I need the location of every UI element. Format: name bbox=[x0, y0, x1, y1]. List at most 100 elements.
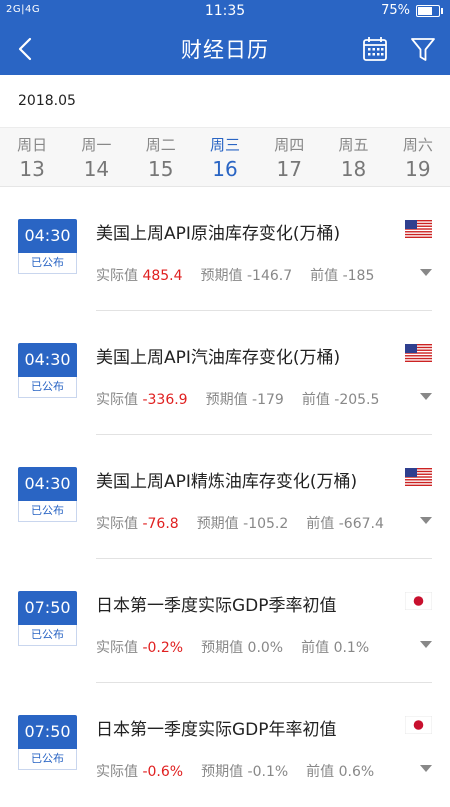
month-label: 2018.05 bbox=[0, 75, 450, 128]
forecast-label: 预期值 bbox=[205, 392, 248, 408]
forecast-value: -105.2 bbox=[243, 516, 289, 532]
battery-level bbox=[418, 6, 433, 15]
us-flag-icon bbox=[405, 468, 432, 486]
previous-label: 前值 bbox=[310, 268, 339, 284]
day-15[interactable]: 周二 15 bbox=[129, 128, 193, 186]
day-13[interactable]: 周日 13 bbox=[0, 128, 64, 186]
japan-flag-icon bbox=[405, 592, 432, 610]
forecast-value: -0.1% bbox=[247, 764, 289, 780]
event-time: 07:50 bbox=[18, 715, 77, 749]
date-number: 15 bbox=[147, 157, 174, 181]
expand-chevron-icon[interactable] bbox=[420, 517, 432, 524]
actual-value: 485.4 bbox=[142, 268, 183, 284]
previous-value: -667.4 bbox=[338, 516, 384, 532]
weekday-label: 周三 bbox=[209, 136, 240, 154]
battery-percent: 75% bbox=[381, 3, 410, 18]
date-number: 14 bbox=[83, 157, 110, 181]
previous-value: 0.6% bbox=[338, 764, 375, 780]
actual-value: -336.9 bbox=[142, 392, 188, 408]
previous-value: 0.1% bbox=[333, 640, 370, 656]
event-item[interactable]: 04:30 已公布 美国上周API原油库存变化(万桶) 实际值 485.4 预期值 -1… bbox=[0, 187, 450, 311]
publish-status: 已公布 bbox=[18, 253, 77, 274]
publish-status: 已公布 bbox=[18, 749, 77, 770]
expand-chevron-icon[interactable] bbox=[420, 765, 432, 772]
event-time: 04:30 bbox=[18, 467, 77, 501]
forecast-label: 预期值 bbox=[200, 268, 243, 284]
event-time: 07:50 bbox=[18, 591, 77, 625]
event-name: 美国上周API精炼油库存变化(万桶) bbox=[96, 472, 358, 492]
event-time: 04:30 bbox=[18, 343, 77, 377]
previous-label: 前值 bbox=[301, 392, 330, 408]
actual-label: 实际值 bbox=[96, 640, 138, 656]
day-17[interactable]: 周四 17 bbox=[257, 128, 321, 186]
actual-value: -0.2% bbox=[142, 640, 184, 656]
event-item[interactable]: 07:50 已公布 日本第一季度实际GDP年率初值 实际值 -0.6% 预期值 -0.1… bbox=[0, 683, 450, 807]
header: 财经日历 bbox=[0, 24, 450, 75]
event-item[interactable]: 07:50 已公布 日本第一季度实际GDP季率初值实际值 -0.2% 预期值 0.0%… bbox=[0, 559, 450, 683]
date-number: 19 bbox=[405, 157, 431, 181]
forecast-value: -179 bbox=[252, 392, 284, 408]
event-values: 实际值 485.4 预期值 -146.7 前值 -185 bbox=[96, 265, 374, 285]
event-values: 实际值 -0.6% 预期值 -0.1% 前值 0.6% bbox=[96, 761, 374, 781]
forecast-value: 0.0% bbox=[247, 640, 284, 656]
time-badge: 04:30 已公布 bbox=[18, 467, 77, 522]
us-flag-icon bbox=[405, 344, 432, 362]
event-name: 美国上周API原油库存变化(万桶) bbox=[96, 224, 341, 244]
weekday-label: 周六 bbox=[402, 136, 433, 154]
forecast-label: 预期值 bbox=[201, 764, 244, 780]
us-flag-icon bbox=[405, 220, 432, 238]
day-16[interactable]: 周三 16 bbox=[193, 128, 257, 186]
day-14[interactable]: 周一 14 bbox=[64, 128, 128, 186]
expand-chevron-icon[interactable] bbox=[420, 393, 432, 400]
time-badge: 04:30 已公布 bbox=[18, 219, 77, 274]
battery-icon bbox=[416, 4, 443, 17]
publish-status: 已公布 bbox=[18, 377, 77, 398]
time-badge: 07:50 已公布 bbox=[18, 591, 77, 646]
forecast-label: 预期值 bbox=[201, 640, 244, 656]
forecast-label: 预期值 bbox=[196, 516, 239, 532]
date-number: 17 bbox=[276, 157, 302, 181]
previous-label: 前值 bbox=[306, 764, 335, 780]
actual-label: 实际值 bbox=[96, 516, 138, 532]
event-name: 美国上周API汽油库存变化(万桶) bbox=[96, 348, 341, 368]
event-name: 日本第一季度实际GDP季率初值 bbox=[96, 596, 337, 616]
event-time: 04:30 bbox=[18, 219, 77, 253]
previous-value: -185 bbox=[342, 268, 375, 284]
expand-chevron-icon[interactable] bbox=[420, 641, 432, 648]
event-item[interactable]: 04:30 已公布 美国上周API汽油库存变化(万桶) 实际值 -336.9 预期值 -… bbox=[0, 311, 450, 435]
day-19[interactable]: 周六 19 bbox=[386, 128, 450, 186]
actual-value: -0.6% bbox=[142, 764, 184, 780]
weekday-label: 周一 bbox=[81, 136, 112, 154]
week-selector: 周日 13 周一 14 周二 15 周三 16 周四 17 周五 18 周六 19 bbox=[0, 128, 450, 187]
weekday-label: 周日 bbox=[17, 136, 48, 154]
top-bar: 2G|4G 11:35 75% 财经日历 bbox=[0, 0, 450, 75]
date-number: 13 bbox=[19, 157, 45, 181]
filter-icon[interactable] bbox=[410, 35, 436, 63]
status-right: 75% bbox=[381, 3, 443, 18]
status-bar: 2G|4G 11:35 75% bbox=[0, 0, 450, 24]
weekday-label: 周二 bbox=[145, 136, 176, 154]
time-badge: 07:50 已公布 bbox=[18, 715, 77, 770]
actual-value: -76.8 bbox=[142, 516, 179, 532]
day-18[interactable]: 周五 18 bbox=[321, 128, 385, 186]
actual-label: 实际值 bbox=[96, 268, 138, 284]
expand-chevron-icon[interactable] bbox=[420, 269, 432, 276]
date-number: 16 bbox=[212, 157, 238, 181]
forecast-value: -146.7 bbox=[247, 268, 293, 284]
previous-value: -205.5 bbox=[334, 392, 380, 408]
event-values: 实际值 -76.8 预期值 -105.2 前值 -667.4 bbox=[96, 513, 384, 533]
publish-status: 已公布 bbox=[18, 625, 77, 646]
weekday-label: 周四 bbox=[274, 136, 305, 154]
weekday-label: 周五 bbox=[338, 136, 369, 154]
event-values: 实际值 -336.9 预期值 -179 前值 -205.5 bbox=[96, 389, 379, 409]
publish-status: 已公布 bbox=[18, 501, 77, 522]
date-number: 18 bbox=[340, 157, 367, 181]
event-values: 实际值 -0.2% 预期值 0.0% 前值 0.1% bbox=[96, 637, 369, 657]
actual-label: 实际值 bbox=[96, 392, 138, 408]
calendar-icon[interactable] bbox=[362, 35, 388, 63]
time-badge: 04:30 已公布 bbox=[18, 343, 77, 398]
event-item[interactable]: 04:30 已公布 美国上周API精炼油库存变化(万桶) 实际值 -76.8 预期值 -… bbox=[0, 435, 450, 559]
previous-label: 前值 bbox=[306, 516, 335, 532]
japan-flag-icon bbox=[405, 716, 432, 734]
event-name: 日本第一季度实际GDP年率初值 bbox=[96, 720, 337, 740]
